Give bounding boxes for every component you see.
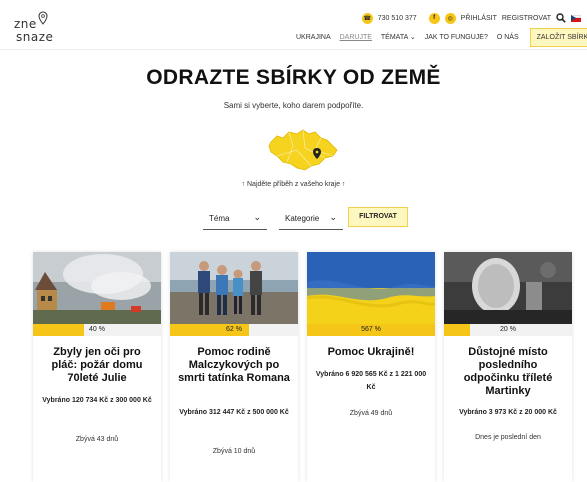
category-select-label: Kategorie — [285, 214, 320, 223]
logo-text-top: zne — [14, 17, 37, 31]
progress-bar: 567 % — [307, 324, 435, 336]
nav-item-ukrajina[interactable]: UKRAJINA — [296, 34, 331, 41]
create-fundraiser-button[interactable]: ZALOŽIT SBÍRKU — [529, 27, 587, 47]
fundraiser-card[interactable]: 20 % Důstojné místo posledního odpočinku… — [444, 252, 572, 482]
card-raised-amount: Vybráno 312 447 Kč z 500 000 Kč — [179, 409, 289, 416]
nav-item-o-nas[interactable]: O NÁS — [497, 34, 519, 41]
chevron-down-icon: ⌄ — [329, 212, 337, 222]
phone-number[interactable]: 730 510 377 — [378, 15, 417, 22]
fundraiser-card[interactable]: 40 % Zbyly jen oči pro pláč: požár domu … — [33, 252, 161, 482]
card-title[interactable]: Pomoc Ukrajině! — [313, 346, 429, 359]
fundraiser-card[interactable]: 567 % Pomoc Ukrajině! Vybráno 6 920 565 … — [307, 252, 435, 482]
theme-select-label: Téma — [209, 214, 230, 223]
nav-item-temata[interactable]: TÉMATA ⌄ — [381, 33, 416, 41]
top-utility-bar: ☎ 730 510 377 f ◎ PŘIHLÁSIT REGISTROVAT — [361, 11, 581, 25]
card-image-house-fire — [33, 252, 161, 324]
czech-map[interactable] — [267, 128, 339, 174]
main-nav: UKRAJINA DARUJTE TÉMATA ⌄ JAK TO FUNGUJE… — [296, 27, 587, 47]
progress-bar: 62 % — [170, 324, 298, 336]
progress-percent: 20 % — [500, 326, 516, 333]
logo-text-bottom: snaze — [16, 30, 54, 44]
card-title[interactable]: Důstojné místo posledního odpočinku tříl… — [450, 346, 566, 398]
card-title[interactable]: Zbyly jen oči pro pláč: požár domu 70let… — [39, 346, 155, 385]
fundraiser-card[interactable]: 62 % Pomoc rodině Malczykových po smrti … — [170, 252, 298, 482]
card-remaining-time: Zbývá 43 dnů — [75, 436, 119, 443]
theme-select[interactable]: Téma ⌄ — [203, 206, 267, 230]
page-title: ODRAZTE SBÍRKY OD ZEMĚ — [146, 66, 441, 89]
progress-percent: 40 % — [89, 326, 105, 333]
chevron-down-icon: ⌄ — [409, 34, 416, 41]
search-icon[interactable] — [556, 13, 566, 23]
phone-icon: ☎ — [361, 12, 373, 24]
card-raised-amount: Vybráno 3 973 Kč z 20 000 Kč — [459, 409, 557, 416]
progress-percent: 567 % — [361, 326, 381, 333]
site-header: zne snaze ☎ 730 510 377 f ◎ PŘIHLÁSIT RE… — [0, 0, 587, 50]
card-title[interactable]: Pomoc rodině Malczykových po smrti tatín… — [176, 346, 292, 385]
region-hint: ↑ Najděte příběh z vašeho kraje ↑ — [241, 181, 346, 188]
card-remaining-time: Zbývá 10 dnů — [212, 448, 256, 455]
card-image-ukraine-flag — [307, 252, 435, 324]
card-image-family — [170, 252, 298, 324]
chevron-down-icon: ⌄ — [253, 212, 261, 222]
instagram-icon[interactable]: ◎ — [444, 12, 456, 24]
category-select[interactable]: Kategorie ⌄ — [279, 206, 343, 230]
site-logo[interactable]: zne snaze — [14, 11, 58, 44]
register-link[interactable]: REGISTROVAT — [502, 15, 551, 22]
card-image-memorial — [444, 252, 572, 324]
card-remaining-time: Dnes je poslední den — [475, 434, 541, 441]
nav-item-temata-label: TÉMATA — [380, 34, 408, 41]
nav-item-jak-to-funguje[interactable]: JAK TO FUNGUJE? — [425, 34, 488, 41]
progress-bar: 40 % — [33, 324, 161, 336]
czech-flag-icon[interactable] — [571, 14, 581, 22]
nav-item-darujte[interactable]: DARUJTE — [340, 34, 372, 41]
card-raised-amount: Vybráno 6 920 565 Kč z 1 221 000 Kč — [315, 371, 427, 391]
card-raised-amount: Vybráno 120 734 Kč z 300 000 Kč — [42, 397, 152, 404]
card-remaining-time: Zbývá 49 dnů — [349, 410, 393, 417]
facebook-icon[interactable]: f — [428, 12, 440, 24]
filter-button[interactable]: FILTROVAT — [348, 207, 408, 227]
login-link[interactable]: PŘIHLÁSIT — [461, 15, 497, 22]
progress-bar: 20 % — [444, 324, 572, 336]
location-pin-icon — [38, 11, 48, 25]
page-subtitle: Sami si vyberte, koho darem podpoříte. — [223, 101, 364, 110]
progress-percent: 62 % — [226, 326, 242, 333]
